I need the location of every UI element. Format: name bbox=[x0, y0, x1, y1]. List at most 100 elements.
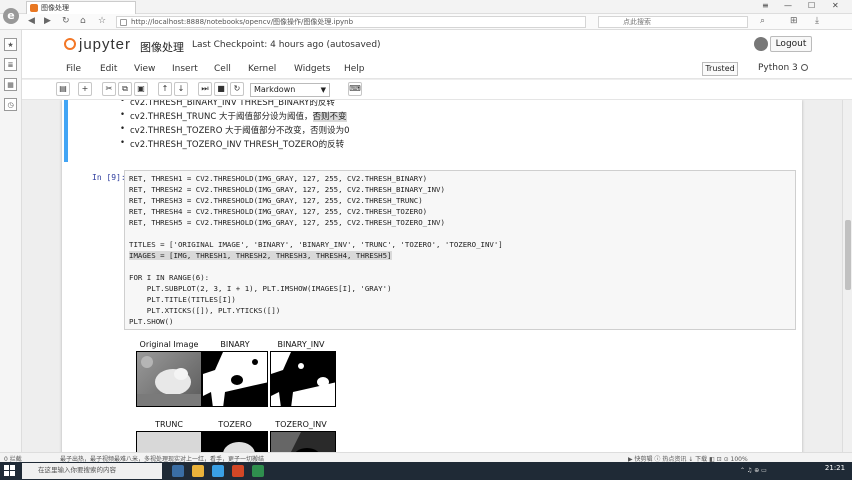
output-title: Original Image bbox=[139, 340, 199, 349]
app-taskbar-icon[interactable] bbox=[252, 465, 264, 477]
scrollbar-thumb[interactable] bbox=[845, 220, 851, 290]
original-image bbox=[136, 351, 202, 407]
taskbar-search[interactable]: 在这里输入你要搜索的内容 bbox=[22, 463, 162, 479]
notebook-name[interactable]: 图像处理 bbox=[140, 39, 184, 55]
output-title: TOZERO_INV bbox=[275, 420, 327, 429]
menu-icon[interactable]: ≡ bbox=[762, 1, 769, 10]
close-icon[interactable]: ✕ bbox=[832, 1, 839, 10]
favorite-icon[interactable]: ☆ bbox=[98, 16, 106, 26]
binary-inv-image bbox=[270, 351, 336, 407]
original-image-graphic bbox=[137, 356, 201, 406]
checkpoint-status: Last Checkpoint: 4 hours ago (autosaved) bbox=[192, 40, 381, 50]
extensions-icon[interactable]: ⊞ bbox=[790, 16, 798, 26]
trusted-button[interactable]: Trusted bbox=[702, 62, 738, 76]
code-line: RET, THRESH2 = CV2.THRESHOLD(IMG_GRAY, 1… bbox=[129, 185, 445, 194]
jupyter-logo[interactable]: jupyter bbox=[64, 36, 131, 53]
jupyter-logo-text: jupyter bbox=[79, 36, 132, 53]
code-line: PLT.SUBPLOT(2, 3, I + 1), PLT.IMSHOW(IMA… bbox=[129, 284, 392, 293]
browser-logo-icon[interactable]: e bbox=[3, 8, 19, 24]
sidebar-notes-icon[interactable]: ≣ bbox=[4, 58, 17, 71]
search-icon[interactable]: ⌕ bbox=[760, 16, 765, 26]
url-field[interactable]: http://localhost:8888/notebooks/opencv/图… bbox=[116, 16, 586, 28]
taskbar-search-placeholder: 在这里输入你要搜索的内容 bbox=[38, 466, 116, 474]
downloads-icon[interactable]: ⤓ bbox=[815, 16, 819, 26]
code-line: RET, THRESH1 = CV2.THRESHOLD(IMG_GRAY, 1… bbox=[129, 174, 428, 183]
markdown-bullet: cv2.THRESH_TOZERO 大于阈值部分不改变，否则设为0 bbox=[120, 124, 349, 136]
code-line: RET, THRESH5 = CV2.THRESHOLD(IMG_GRAY, 1… bbox=[129, 218, 445, 227]
menu-widgets[interactable]: Widgets bbox=[294, 64, 330, 74]
code-line: PLT.TITLE(TITLES[I]) bbox=[129, 295, 236, 304]
address-bar: ◀ ▶ ↻ ⌂ ☆ http://localhost:8888/notebook… bbox=[0, 14, 852, 30]
file-explorer-icon[interactable] bbox=[192, 465, 204, 477]
menu-insert[interactable]: Insert bbox=[172, 64, 198, 74]
browser-titlebar: 图像处理 ≡ — ☐ ✕ bbox=[0, 0, 852, 14]
notebook-area: cv2.THRESH_BINARY_INV THRESH_BINARY的反转 c… bbox=[22, 100, 840, 462]
menu-edit[interactable]: Edit bbox=[100, 64, 117, 74]
browser-tab[interactable]: 图像处理 bbox=[26, 1, 136, 14]
cell-type-value: Markdown bbox=[254, 85, 296, 94]
kernel-name: Python 3 bbox=[758, 63, 798, 73]
task-view-icon[interactable] bbox=[172, 465, 184, 477]
url-text: http://localhost:8888/notebooks/opencv/图… bbox=[131, 18, 354, 26]
start-button-icon[interactable] bbox=[4, 465, 15, 476]
restart-icon[interactable]: ↻ bbox=[230, 82, 244, 96]
back-icon[interactable]: ◀ bbox=[28, 16, 35, 26]
up-arrow-icon[interactable]: ↑ bbox=[158, 82, 172, 96]
markdown-bullet: cv2.THRESH_TRUNC 大于阈值部分设为阈值，否则不变 bbox=[120, 110, 347, 122]
refresh-icon[interactable]: ↻ bbox=[62, 16, 70, 26]
minimize-icon[interactable]: — bbox=[784, 1, 792, 10]
browser-sidebar: e ★ ≣ ▦ ◷ bbox=[0, 8, 22, 462]
cut-icon[interactable]: ✂ bbox=[102, 82, 116, 96]
save-icon[interactable]: ▤ bbox=[56, 82, 70, 96]
output-title: BINARY_INV bbox=[277, 340, 325, 349]
kernel-status-icon bbox=[800, 64, 808, 71]
jupyter-logo-icon bbox=[64, 38, 76, 50]
browser-search[interactable]: 点此搜索 bbox=[598, 16, 748, 28]
sidebar-apps-icon[interactable]: ▦ bbox=[4, 78, 17, 91]
output-title: TRUNC bbox=[155, 420, 183, 429]
code-line: PLT.SHOW() bbox=[129, 317, 174, 326]
markdown-bullet: cv2.THRESH_TOZERO_INV THRESH_TOZERO的反转 bbox=[120, 138, 344, 150]
browser-statusbar: 0 拦截 最子出热，最子视频最难八米，多视处理现实对上一红，看手，更子一切搬结 … bbox=[0, 452, 852, 463]
stop-icon[interactable]: ■ bbox=[214, 82, 228, 96]
taskbar-clock: 21:21 bbox=[824, 464, 846, 472]
code-cell[interactable]: RET, THRESH1 = CV2.THRESHOLD(IMG_GRAY, 1… bbox=[124, 170, 796, 330]
code-line: FOR I IN RANGE(6): bbox=[129, 273, 210, 282]
copy-icon[interactable]: ⧉ bbox=[118, 82, 132, 96]
code-line: TITLES = ['ORIGINAL IMAGE', 'BINARY', 'B… bbox=[129, 240, 503, 249]
menu-view[interactable]: View bbox=[134, 64, 155, 74]
cell-type-select[interactable]: Markdown ▼ bbox=[250, 83, 330, 97]
home-icon[interactable]: ⌂ bbox=[80, 16, 86, 26]
code-line: IMAGES = [IMG, THRESH1, THRESH2, THRESH3… bbox=[129, 251, 392, 260]
down-arrow-icon[interactable]: ↓ bbox=[174, 82, 188, 96]
jupyter-header: jupyter 图像处理 Last Checkpoint: 4 hours ag… bbox=[22, 30, 852, 62]
notebook-toolbar: ▤ + ✂ ⧉ ▣ ↑ ↓ ⏭ ■ ↻ » Markdown▼ ⌨ bbox=[22, 80, 852, 100]
code-line: RET, THRESH3 = CV2.THRESHOLD(IMG_GRAY, 1… bbox=[129, 196, 423, 205]
maximize-icon[interactable]: ☐ bbox=[808, 1, 815, 10]
menu-file[interactable]: File bbox=[66, 64, 81, 74]
paste-icon[interactable]: ▣ bbox=[134, 82, 148, 96]
menu-help[interactable]: Help bbox=[344, 64, 365, 74]
kernel-indicator: Python 3 bbox=[758, 63, 808, 73]
keyboard-icon[interactable]: ⌨ bbox=[348, 82, 362, 96]
run-icon[interactable]: ⏭ bbox=[198, 82, 212, 96]
tab-title: 图像处理 bbox=[41, 4, 69, 12]
binary-inv-image-graphic bbox=[271, 352, 335, 406]
browser-taskbar-icon[interactable] bbox=[212, 465, 224, 477]
markdown-cell[interactable]: cv2.THRESH_BINARY_INV THRESH_BINARY的反转 c… bbox=[64, 100, 800, 162]
tray-icons[interactable]: ⌃ ♫ ⊕ ▭ bbox=[740, 467, 767, 474]
sidebar-favorites-icon[interactable]: ★ bbox=[4, 38, 17, 51]
logout-button[interactable]: Logout bbox=[770, 36, 812, 52]
plus-icon[interactable]: + bbox=[78, 82, 92, 96]
vertical-scrollbar[interactable] bbox=[842, 100, 852, 462]
taskbar: 在这里输入你要搜索的内容 ⌃ ♫ ⊕ ▭ 21:21 bbox=[0, 462, 852, 480]
menu-kernel[interactable]: Kernel bbox=[248, 64, 276, 74]
code-line: RET, THRESH4 = CV2.THRESHOLD(IMG_GRAY, 1… bbox=[129, 207, 428, 216]
app-taskbar-icon[interactable] bbox=[232, 465, 244, 477]
sidebar-history-icon[interactable]: ◷ bbox=[4, 98, 17, 111]
cell-prompt: In [9]: bbox=[92, 173, 126, 182]
forward-icon[interactable]: ▶ bbox=[44, 16, 51, 26]
user-avatar bbox=[754, 37, 768, 51]
menu-cell[interactable]: Cell bbox=[214, 64, 231, 74]
code-line: PLT.XTICKS([]), PLT.YTICKS([]) bbox=[129, 306, 281, 315]
